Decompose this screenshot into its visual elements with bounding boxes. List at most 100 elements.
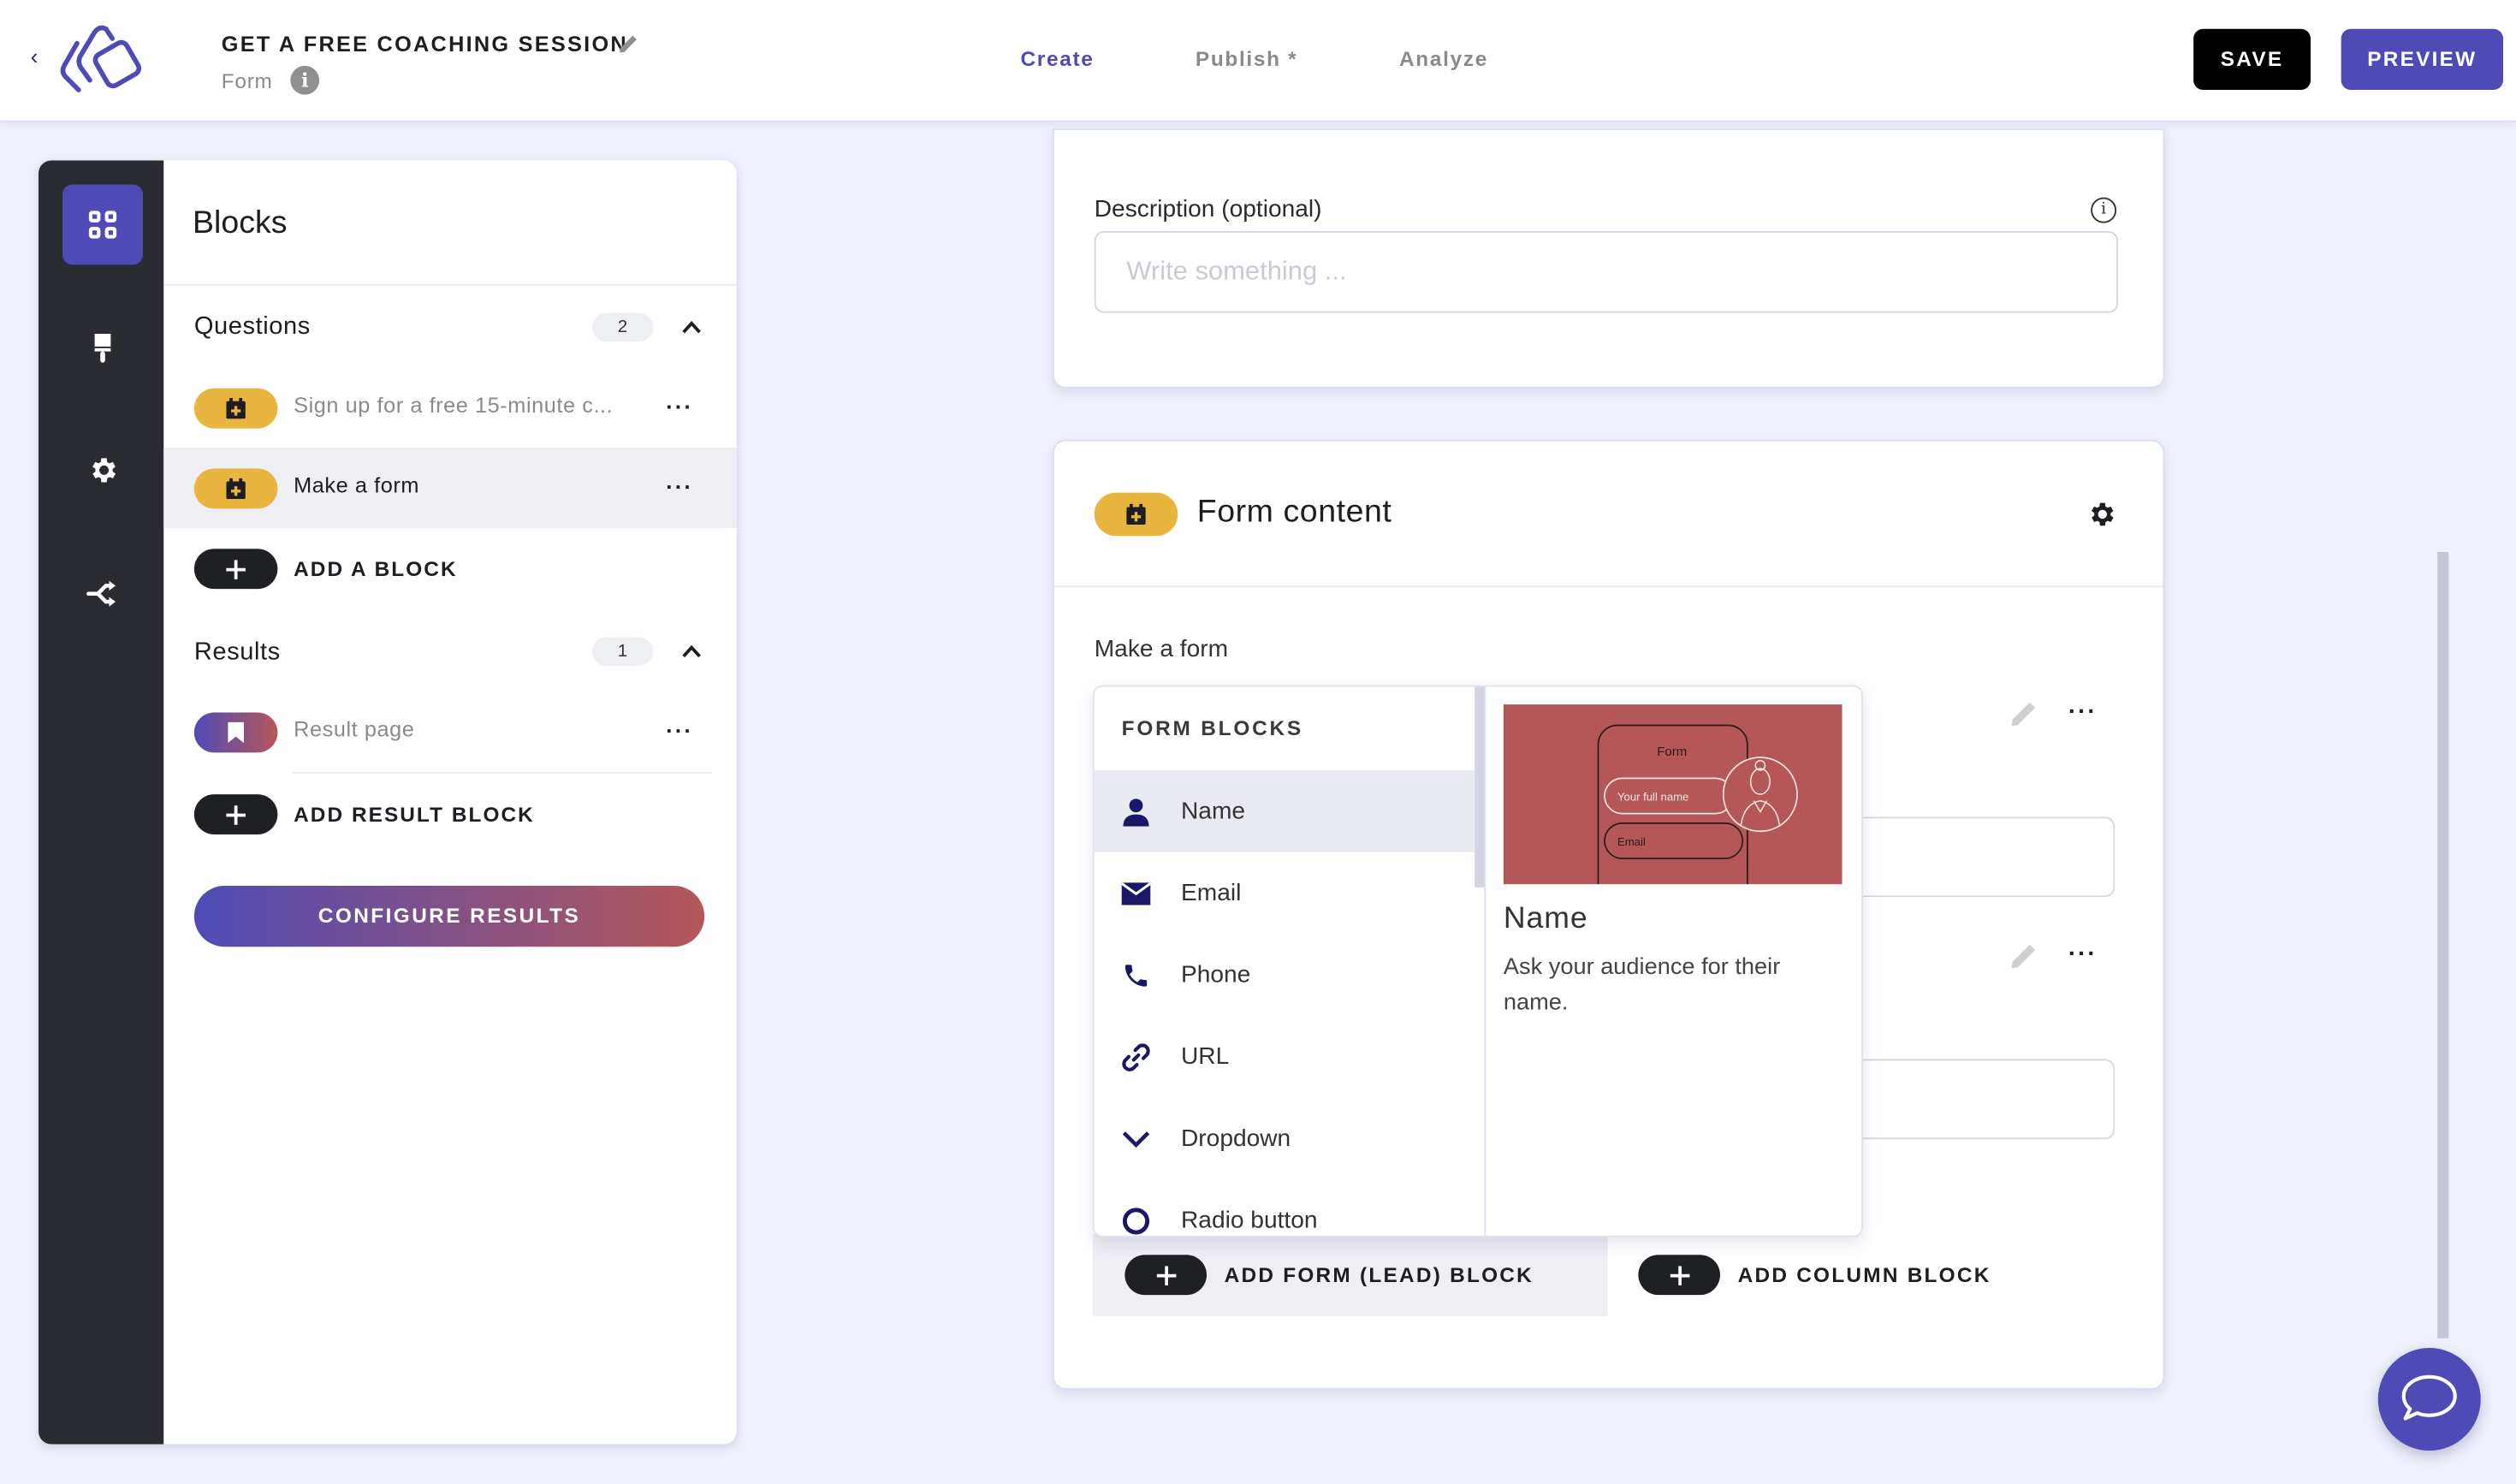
save-button[interactable]: SAVE (2193, 28, 2311, 90)
description-label: Description (optional) (1094, 195, 1322, 223)
rail-design-button[interactable] (62, 308, 143, 389)
results-count-badge: 1 (591, 637, 654, 667)
add-result-block-button[interactable]: ADD RESULT BLOCK (163, 774, 736, 854)
blocks-panel: Blocks Questions 2 Sign up for a free 15… (39, 160, 737, 1445)
form-block-icon (193, 468, 278, 509)
form-content-title: Form content (1196, 494, 1392, 530)
edit-field-pencil-icon[interactable] (2009, 942, 2038, 971)
form-block-option-dropdown[interactable]: Dropdown (1095, 1098, 1475, 1180)
question-item-label: Sign up for a free 15-minute c... (294, 393, 614, 418)
form-block-label: URL (1181, 1042, 1230, 1071)
form-title: GET A FREE COACHING SESSION (221, 32, 628, 56)
question-item[interactable]: Make a form ··· (163, 448, 737, 528)
rail-settings-button[interactable] (62, 430, 143, 511)
block-name-label: Make a form (1094, 635, 1229, 663)
form-block-label: Radio button (1181, 1207, 1318, 1234)
collapse-questions-chevron-up-icon[interactable] (682, 318, 702, 337)
description-card: Description (optional) i (1053, 128, 2165, 389)
form-block-icon (1094, 492, 1178, 537)
form-content-settings-gear-icon[interactable] (2086, 499, 2117, 530)
results-section-title: Results (193, 638, 281, 667)
form-type-label: Form (221, 68, 273, 93)
person-icon (1120, 796, 1153, 828)
more-options-icon[interactable]: ··· (666, 717, 693, 743)
add-column-block-button[interactable]: ADD COLUMN BLOCK (1608, 1234, 2026, 1316)
plus-icon (193, 549, 278, 590)
back-button[interactable]: ‹ (31, 44, 39, 69)
chat-button[interactable] (2377, 1348, 2481, 1451)
form-block-option-radio[interactable]: Radio button (1095, 1179, 1475, 1236)
question-item[interactable]: Sign up for a free 15-minute c... ··· (163, 367, 736, 448)
plus-icon (193, 794, 278, 834)
edit-field-pencil-icon[interactable] (2009, 700, 2038, 729)
more-options-icon[interactable]: ··· (666, 473, 693, 499)
field-input[interactable] (1856, 1059, 2115, 1140)
phone-icon (1120, 959, 1153, 992)
description-info-icon[interactable]: i (2091, 197, 2117, 223)
divider (163, 283, 737, 286)
tab-publish[interactable]: Publish * (1196, 46, 1297, 70)
form-blocks-popover: FORM BLOCKS Name Email Phone URL Dropdow… (1092, 685, 1863, 1238)
form-block-option-name[interactable]: Name (1094, 770, 1475, 852)
tab-create[interactable]: Create (1021, 46, 1095, 70)
question-item-label: Make a form (294, 473, 419, 498)
form-block-label: Name (1181, 797, 1246, 825)
rail-logic-button[interactable] (62, 554, 143, 634)
add-block-button[interactable]: ADD A BLOCK (163, 528, 736, 608)
illustration-email-field: Email (1617, 835, 1646, 848)
questions-section-title: Questions (193, 312, 311, 341)
form-blocks-scrollbar[interactable] (1475, 686, 1485, 887)
name-block-illustration: Form Your full name Email (1503, 704, 1842, 908)
add-form-block-button[interactable]: ADD FORM (LEAD) BLOCK (1092, 1233, 1608, 1316)
plus-icon (1124, 1255, 1207, 1296)
description-input[interactable] (1094, 231, 2118, 313)
radio-icon (1120, 1205, 1153, 1236)
illustration-form-label: Form (1657, 745, 1687, 759)
blocks-grid-icon (88, 211, 117, 239)
edit-title-pencil-icon[interactable] (618, 33, 638, 54)
envelope-icon (1120, 878, 1153, 911)
form-block-option-phone[interactable]: Phone (1095, 934, 1475, 1016)
form-block-option-url[interactable]: URL (1095, 1016, 1475, 1098)
questions-count-badge: 2 (591, 312, 654, 342)
branch-logic-icon (86, 580, 116, 607)
gear-icon (92, 458, 116, 483)
form-block-label: Phone (1181, 961, 1251, 988)
preview-button[interactable]: PREVIEW (2341, 28, 2503, 90)
chevron-down-icon (1120, 1124, 1153, 1156)
add-result-block-label: ADD RESULT BLOCK (294, 802, 535, 827)
page-scrollbar[interactable] (2437, 552, 2449, 1339)
form-blocks-list: FORM BLOCKS Name Email Phone URL Dropdow… (1094, 687, 1476, 1236)
app-root: ‹ GET A FREE COACHING SESSION Form i Cre… (0, 0, 2516, 1484)
rail-blocks-button[interactable] (62, 184, 143, 265)
field-input[interactable] (1856, 816, 2115, 898)
more-options-icon[interactable]: ··· (666, 393, 693, 418)
add-column-block-label: ADD COLUMN BLOCK (1737, 1262, 1991, 1287)
app-logo-icon[interactable] (58, 24, 157, 95)
panel-title: Blocks (193, 205, 288, 241)
divider (1053, 585, 2163, 588)
paint-brush-icon (94, 334, 111, 363)
add-form-block-label: ADD FORM (LEAD) BLOCK (1224, 1262, 1534, 1287)
form-blocks-heading: FORM BLOCKS (1121, 715, 1304, 740)
plus-icon (1638, 1255, 1720, 1296)
illustration-name-field: Your full name (1617, 791, 1688, 804)
field-more-options-icon[interactable]: ··· (2068, 941, 2098, 968)
result-item[interactable]: Result page ··· (163, 692, 736, 772)
left-rail (39, 160, 164, 1445)
configure-results-button[interactable]: CONFIGURE RESULTS (193, 886, 705, 947)
form-block-option-email[interactable]: Email (1095, 852, 1475, 935)
field-more-options-icon[interactable]: ··· (2068, 698, 2098, 726)
link-icon (1120, 1042, 1153, 1074)
top-bar: ‹ GET A FREE COACHING SESSION Form i Cre… (0, 0, 2516, 122)
bookmark-icon (193, 712, 278, 753)
collapse-results-chevron-up-icon[interactable] (682, 642, 702, 662)
result-item-label: Result page (294, 717, 415, 742)
form-block-icon (193, 388, 278, 429)
add-block-label: ADD A BLOCK (294, 556, 458, 581)
form-block-label: Email (1181, 879, 1242, 907)
preview-description: Ask your audience for their name. (1503, 954, 1781, 1016)
info-icon[interactable]: i (290, 65, 320, 95)
form-block-label: Dropdown (1181, 1125, 1291, 1153)
tab-analyze[interactable]: Analyze (1399, 46, 1488, 70)
